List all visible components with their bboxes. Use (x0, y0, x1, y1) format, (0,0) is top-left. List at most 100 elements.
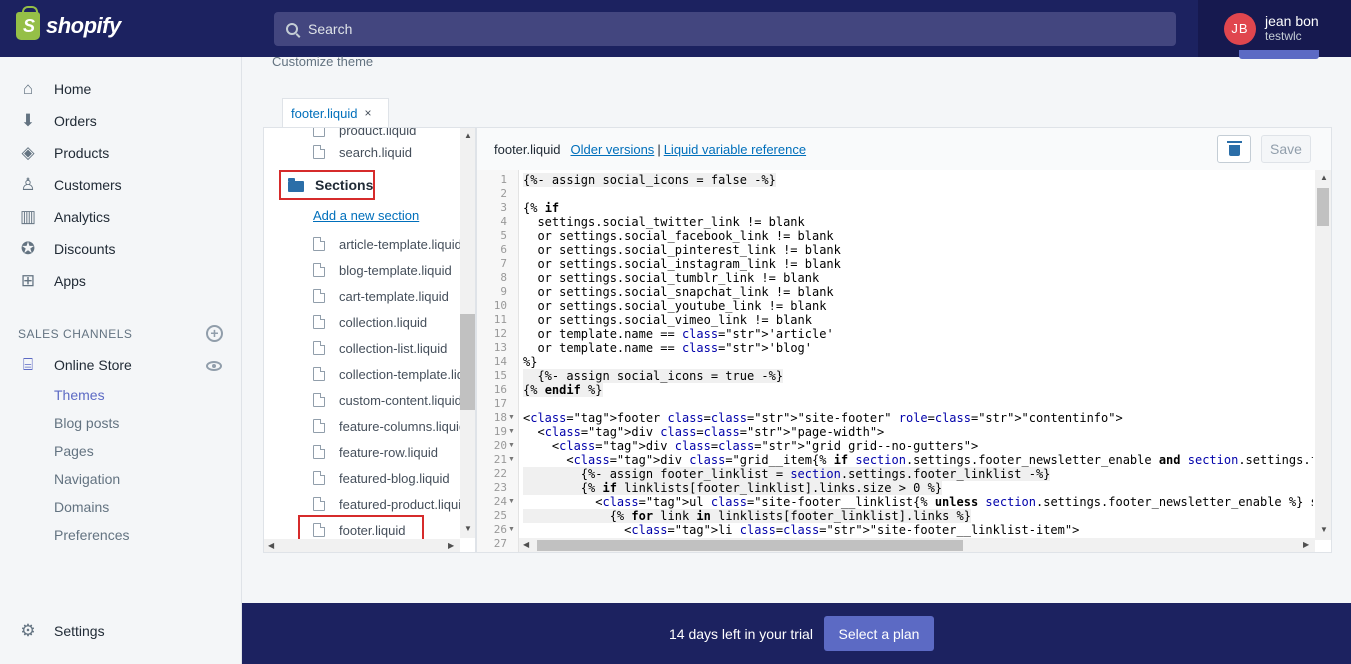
file-icon (313, 497, 325, 511)
scroll-left-icon[interactable]: ◀ (523, 540, 529, 549)
fold-arrow-icon[interactable]: ▼ (508, 498, 515, 505)
scroll-up-icon[interactable]: ▲ (1320, 173, 1328, 182)
tree-file[interactable]: featured-product.liquid (264, 494, 460, 514)
code-line: or template.name == class="str">'article… (523, 327, 834, 341)
file-icon (313, 445, 325, 459)
scroll-right-icon[interactable]: ▶ (1303, 540, 1309, 549)
fold-arrow-icon[interactable]: ▼ (508, 442, 515, 449)
code-line: or settings.social_pinterest_link != bla… (523, 243, 841, 257)
shopify-bag-icon: S (16, 6, 40, 40)
select-plan-button[interactable]: Select a plan (824, 616, 934, 651)
tree-horizontal-scrollbar[interactable]: ◀ ▶ (264, 539, 460, 552)
file-icon (313, 289, 325, 303)
sidebar-subitem-domains[interactable]: Domains (54, 499, 109, 515)
close-icon[interactable]: × (365, 106, 372, 120)
scroll-thumb[interactable] (1317, 188, 1329, 226)
folder-sections[interactable]: Sections (279, 170, 375, 200)
scroll-down-icon[interactable]: ▼ (464, 524, 472, 533)
code-line: {%- assign social_icons = false -%} (523, 173, 776, 187)
line-number: 23 (493, 481, 507, 494)
search-bar[interactable] (274, 12, 1176, 46)
user-menu[interactable]: JB jean bon testwlc (1198, 0, 1351, 57)
scroll-down-icon[interactable]: ▼ (1320, 525, 1328, 534)
add-section-link[interactable]: Add a new section (313, 208, 419, 223)
scroll-thumb[interactable] (460, 314, 475, 410)
folder-icon (288, 178, 304, 192)
tree-file[interactable]: search.liquid (264, 142, 460, 162)
apps-icon: ⊞ (20, 271, 36, 290)
tree-file[interactable]: product.liquid (264, 128, 460, 140)
orders-icon: ⬇ (20, 111, 36, 130)
customize-theme-link[interactable]: Customize theme (272, 54, 373, 69)
bar-chart-icon: ▥ (19, 207, 37, 226)
sidebar-subitem-pages[interactable]: Pages (54, 443, 94, 459)
scroll-left-icon[interactable]: ◀ (268, 541, 274, 550)
sidebar-subitem-preferences[interactable]: Preferences (54, 527, 129, 543)
fold-arrow-icon[interactable]: ▼ (508, 456, 515, 463)
scroll-thumb[interactable] (537, 540, 963, 551)
line-number: 18 (493, 411, 507, 424)
sidebar-item-apps[interactable]: ⊞ Apps (0, 265, 242, 297)
store-name: testwlc (1265, 28, 1302, 43)
search-input[interactable] (308, 21, 1108, 37)
line-number-gutter: 1 2 3 4 5 6 7 8 9 10 11 12 13 14 15 16 17 18 ▼ 19 ▼ 20 ▼ 21 ▼ 22 2… (477, 170, 519, 552)
code-area[interactable]: {%- assign social_icons = false -%} {% if… (523, 173, 1313, 538)
sidebar: ⌂ Home ⬇ Orders ◈ Products ♙ Customers ▥… (0, 57, 242, 664)
header-action-button[interactable] (1239, 50, 1319, 59)
add-channel-icon[interactable]: + (206, 325, 223, 342)
line-number: 5 (500, 229, 507, 242)
sales-channels-header: SALES CHANNELS (18, 327, 133, 341)
brand-name: shopify (46, 13, 121, 38)
sidebar-item-analytics[interactable]: ▥ Analytics (0, 201, 242, 233)
line-number: 25 (493, 509, 507, 522)
sidebar-item-customers[interactable]: ♙ Customers (0, 169, 242, 201)
sidebar-item-label: Orders (54, 113, 97, 129)
tree-file[interactable]: custom-content.liquid (264, 390, 460, 410)
sidebar-subitem-navigation[interactable]: Navigation (54, 471, 120, 487)
tree-file[interactable]: cart-template.liquid (264, 286, 460, 306)
sidebar-item-label: Customers (54, 177, 122, 193)
scroll-up-icon[interactable]: ▲ (464, 131, 472, 140)
scroll-right-icon[interactable]: ▶ (448, 541, 454, 550)
tab-footer-liquid[interactable]: footer.liquid × (282, 98, 389, 127)
tree-vertical-scrollbar[interactable]: ▲ ▼ (460, 128, 475, 538)
code-line: <class="tag">div class=class="str">"page… (523, 425, 885, 439)
sidebar-subitem-themes[interactable]: Themes (54, 387, 105, 403)
tree-file[interactable]: collection-list.liquid (264, 338, 460, 358)
save-button[interactable]: Save (1261, 135, 1311, 163)
older-versions-link[interactable]: Older versions (571, 142, 655, 157)
sidebar-item-settings[interactable]: ⚙ Settings (0, 615, 242, 647)
sidebar-item-discounts[interactable]: ✪ Discounts (0, 233, 242, 265)
tree-file[interactable]: feature-row.liquid (264, 442, 460, 462)
line-number: 26 (493, 523, 507, 536)
fold-arrow-icon[interactable]: ▼ (508, 414, 515, 421)
link-separator: | (657, 141, 661, 157)
tree-file[interactable]: article-template.liquid (264, 234, 460, 254)
liquid-reference-link[interactable]: Liquid variable reference (664, 142, 806, 157)
tree-file[interactable]: feature-columns.liquid (264, 416, 460, 436)
tree-file[interactable]: featured-blog.liquid (264, 468, 460, 488)
tree-file[interactable]: collection-template.liquid (264, 364, 460, 384)
editor-horizontal-scrollbar[interactable]: ◀ ▶ (519, 538, 1315, 552)
sidebar-item-products[interactable]: ◈ Products (0, 137, 242, 169)
code-line: <class="tag">footer class=class="str">"s… (523, 411, 1123, 425)
delete-file-button[interactable] (1217, 135, 1251, 163)
sidebar-item-label: Analytics (54, 209, 111, 225)
sidebar-item-orders[interactable]: ⬇ Orders (0, 105, 242, 137)
line-number: 16 (493, 383, 507, 396)
fold-arrow-icon[interactable]: ▼ (508, 428, 515, 435)
code-line: or settings.social_snapchat_link != blan… (523, 285, 834, 299)
sidebar-subitem-blog-posts[interactable]: Blog posts (54, 415, 119, 431)
eye-icon[interactable] (206, 361, 222, 371)
tree-file[interactable]: blog-template.liquid (264, 260, 460, 280)
line-number: 1 (500, 173, 507, 186)
line-number: 17 (493, 397, 507, 410)
tree-file[interactable]: collection.liquid (264, 312, 460, 332)
fold-arrow-icon[interactable]: ▼ (508, 526, 515, 533)
shopify-logo[interactable]: S shopify (16, 6, 121, 40)
sidebar-item-label: Discounts (54, 241, 116, 257)
line-number: 24 (493, 495, 507, 508)
editor-vertical-scrollbar[interactable]: ▲ ▼ (1315, 170, 1331, 540)
sidebar-item-home[interactable]: ⌂ Home (0, 73, 242, 105)
file-icon (313, 367, 325, 381)
